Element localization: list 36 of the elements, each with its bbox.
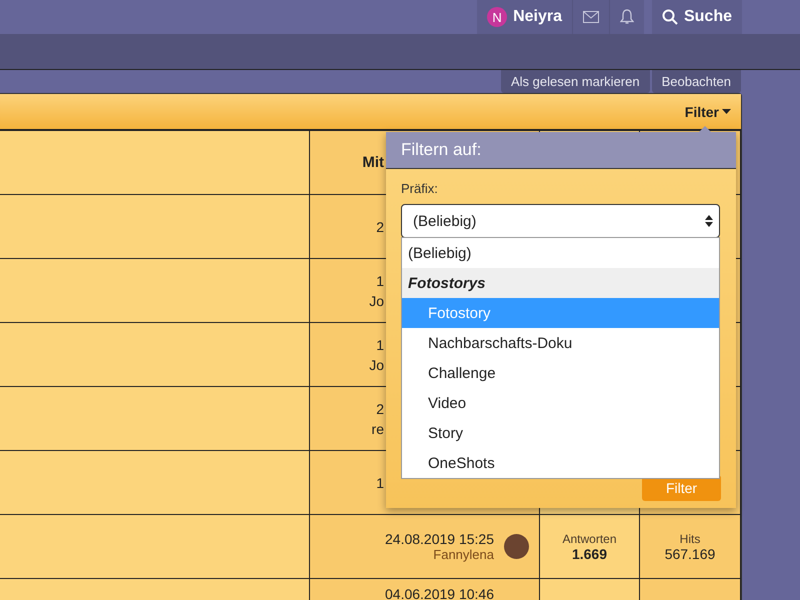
alerts-button[interactable] (608, 0, 644, 34)
caret-icon (722, 109, 731, 114)
popup-title: Filtern auf: (386, 132, 736, 169)
cell-text: Jo (368, 356, 384, 374)
user-avatar[interactable] (504, 534, 529, 559)
cell-text: 1 (375, 272, 384, 290)
last-post-date: 24.08.2019 15:25 (385, 531, 494, 547)
user-menu[interactable]: N Neiyra (477, 0, 572, 34)
column-heading: Mit (361, 152, 384, 172)
prefix-select[interactable]: (Beliebig) (401, 204, 720, 238)
replies-label: Antworten (562, 532, 617, 546)
author-link[interactable]: Fannylena (433, 547, 494, 562)
search-button[interactable]: Suche (652, 0, 742, 34)
action-button[interactable]: Als gelesen markieren (500, 70, 650, 93)
cell-text: 2 (375, 400, 384, 418)
last-post-date: 04.06.2019 10:46 (385, 586, 494, 600)
replies-count: 1.669 (572, 546, 608, 562)
field-label: Präfix: (401, 181, 439, 196)
envelope-icon (582, 11, 599, 23)
cell-text: Jo (368, 292, 384, 310)
inbox-button[interactable] (572, 0, 609, 34)
filter-menu-link[interactable]: Filter (684, 104, 731, 120)
user-name: Neiyra (513, 8, 562, 26)
cell-text: 1 (375, 336, 384, 354)
search-icon (662, 9, 678, 25)
cell-text: re (370, 420, 384, 438)
sort-arrows-icon (705, 215, 713, 227)
cell-text: 2 (375, 218, 384, 236)
option-group-label: Fotostorys (402, 268, 719, 298)
hits-label: Hits (680, 532, 700, 546)
action-button[interactable]: Beobachten (652, 70, 741, 93)
cell-text: 1 (375, 474, 384, 492)
user-avatar: N (487, 7, 508, 27)
popup-pointer (699, 126, 711, 132)
hits-count: 567.169 (664, 546, 716, 562)
bell-icon (620, 9, 634, 25)
